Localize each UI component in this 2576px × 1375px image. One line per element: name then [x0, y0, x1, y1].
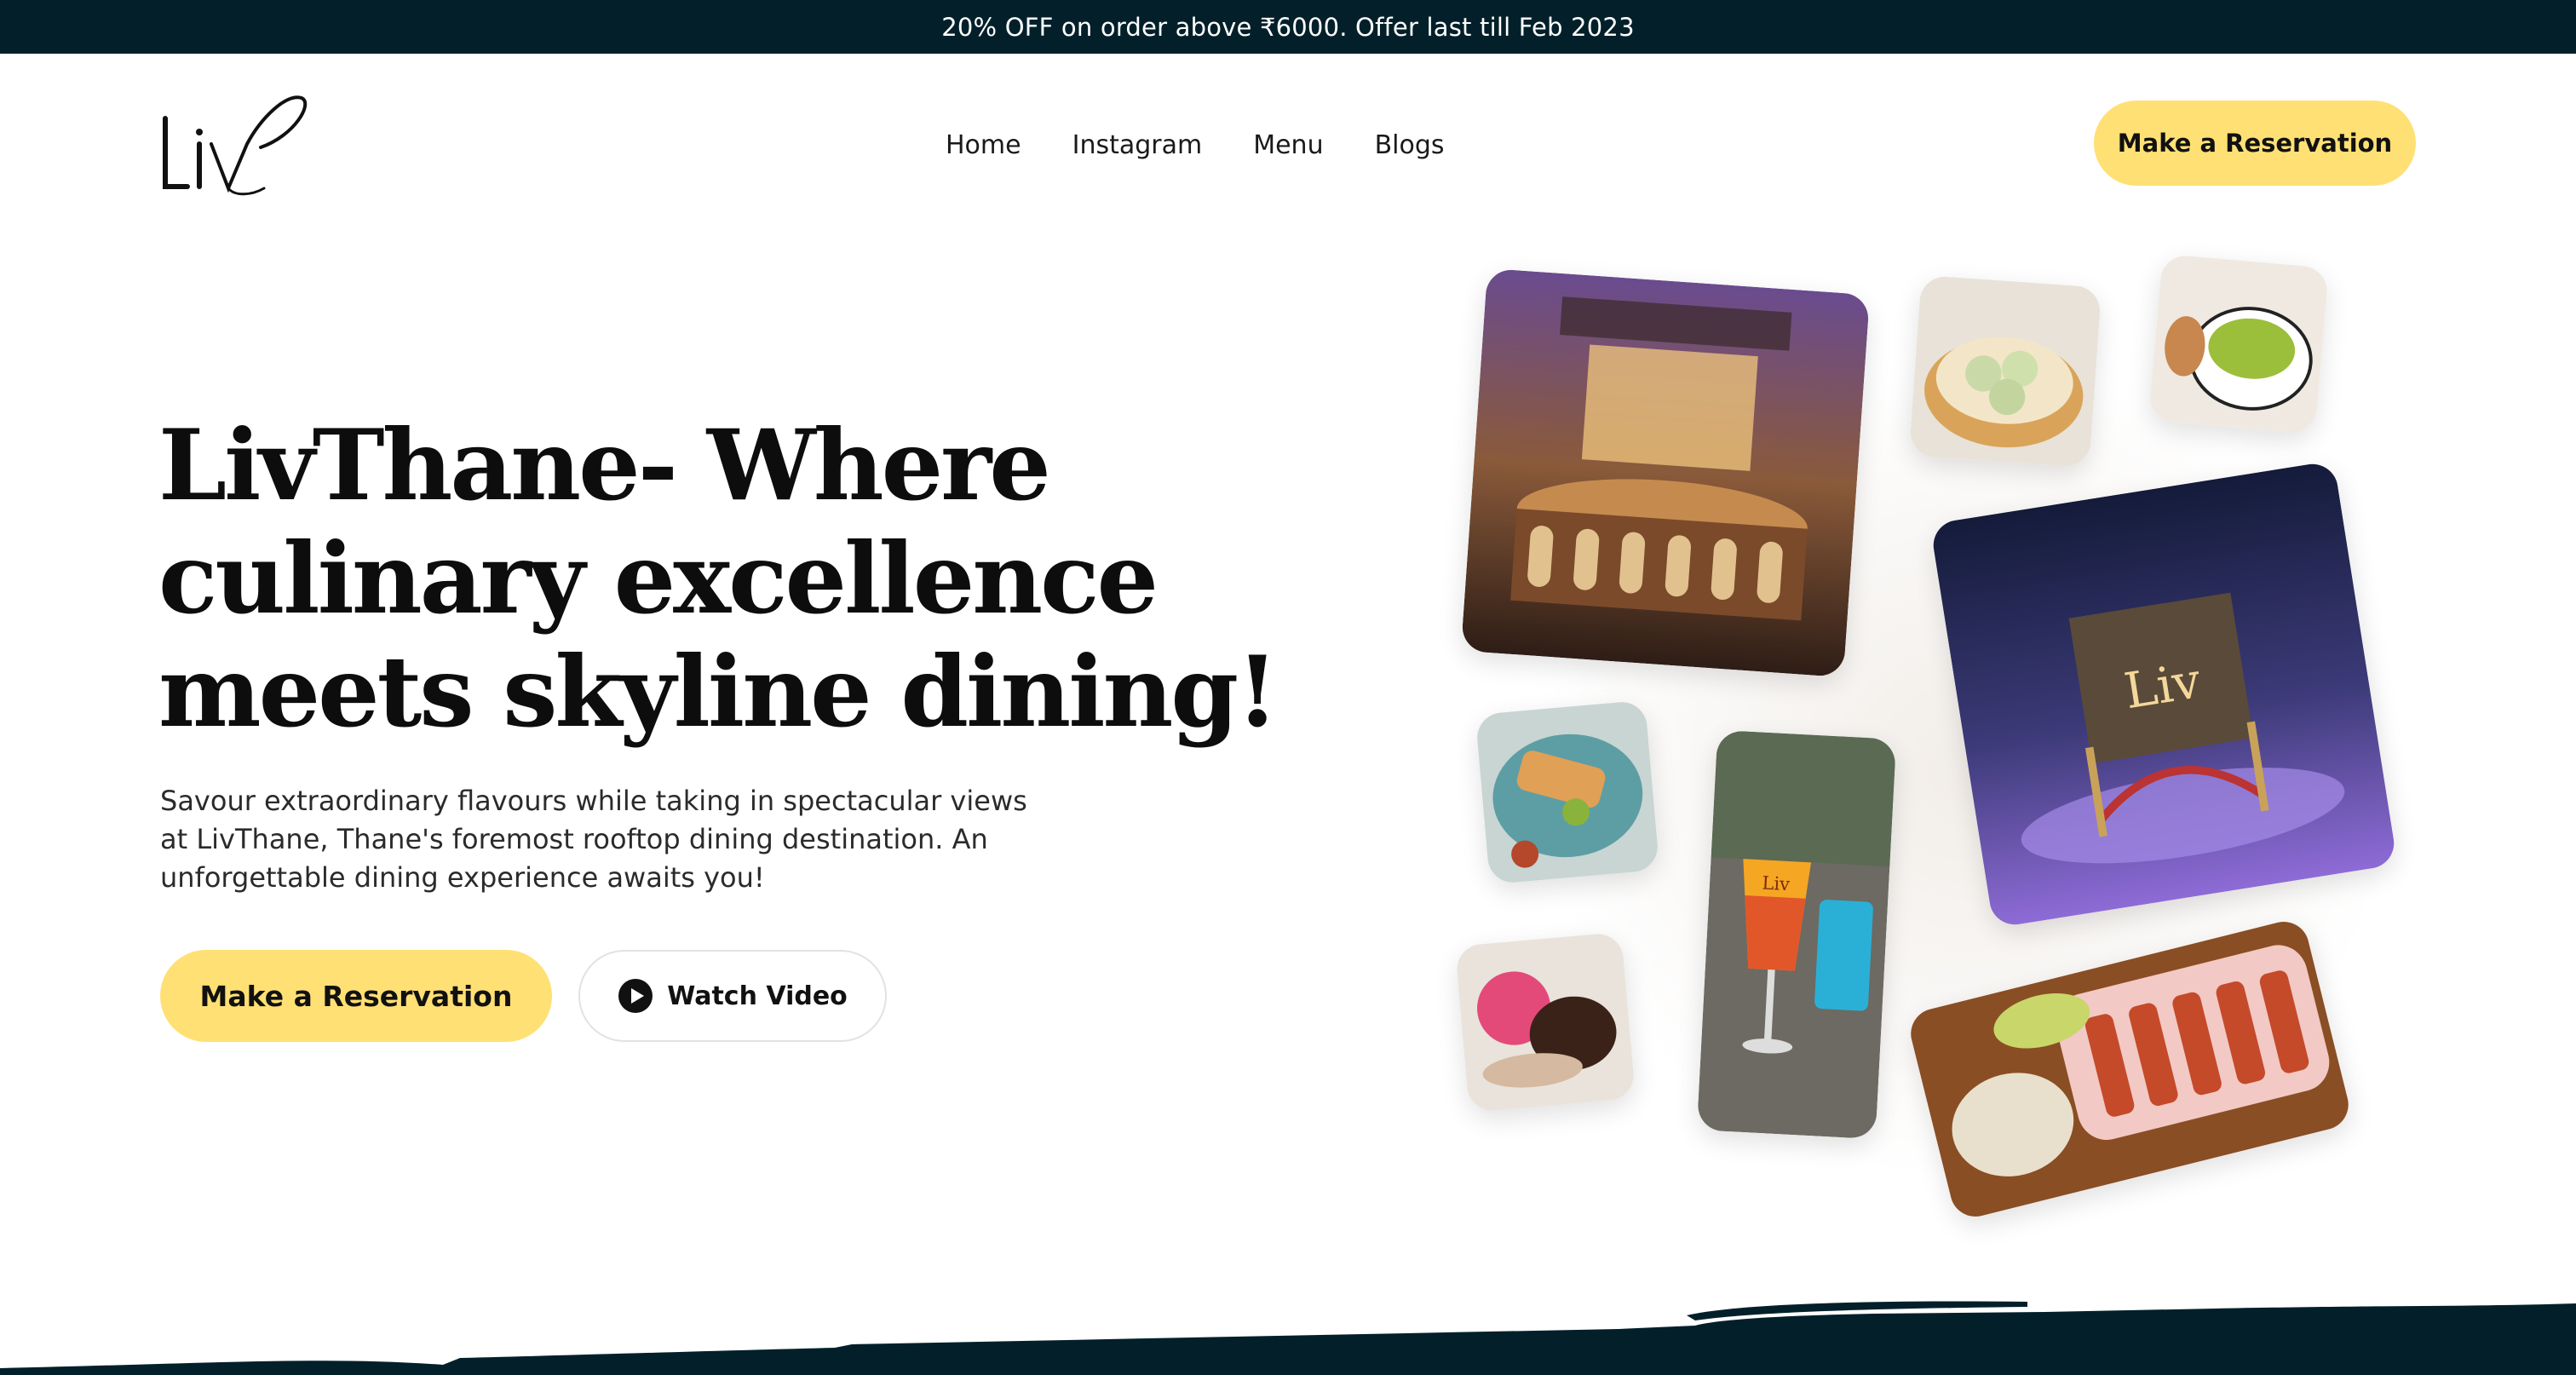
main-nav: Home Instagram Menu Blogs: [946, 125, 1496, 166]
svg-text:Liv: Liv: [1762, 872, 1791, 895]
photo-bar-interior: [1460, 268, 1871, 678]
svg-text:Liv: Liv: [2120, 652, 2205, 720]
hero-subtitle-line: Savour extraordinary flavours while taki…: [160, 785, 1027, 817]
photo-dessert: [1454, 931, 1636, 1113]
logo-mark-icon: [163, 95, 308, 196]
hero-subtitle: Savour extraordinary flavours while taki…: [160, 782, 1063, 897]
photo-rooftop-entrance: Liv: [1929, 460, 2398, 929]
hero-title: LivThane- Where culinary excellence meet…: [158, 408, 1279, 749]
torn-edge-band: [0, 1301, 2576, 1375]
promo-text: 20% OFF on order above ₹6000. Offer last…: [941, 12, 1635, 42]
nav-item-instagram[interactable]: Instagram: [1072, 125, 1203, 166]
brand-logo[interactable]: [158, 84, 308, 200]
site-header: Home Instagram Menu Blogs Make a Reserva…: [0, 54, 2576, 233]
watch-video-label: Watch Video: [667, 981, 848, 1011]
hero-title-line: meets skyline dining!: [158, 635, 1279, 749]
play-circle-icon: [618, 979, 653, 1013]
hero-subtitle-line: unforgettable dining experience awaits y…: [160, 861, 765, 894]
photo-soup-bowl: [2148, 253, 2330, 435]
hero-subtitle-line: at LivThane, Thane's foremost rooftop di…: [160, 823, 988, 855]
nav-item-home[interactable]: Home: [946, 125, 1021, 166]
watch-video-button[interactable]: Watch Video: [578, 950, 887, 1042]
photo-plated-dish: [1475, 699, 1660, 885]
promo-bar: 20% OFF on order above ₹6000. Offer last…: [0, 0, 2576, 54]
nav-item-blogs[interactable]: Blogs: [1375, 125, 1445, 166]
hero-title-line: LivThane- Where: [158, 408, 1051, 522]
header-reservation-button[interactable]: Make a Reservation: [2094, 101, 2416, 186]
hero-reservation-button[interactable]: Make a Reservation: [160, 950, 552, 1042]
hero-title-line: culinary excellence: [158, 521, 1159, 636]
nav-item-menu[interactable]: Menu: [1253, 125, 1323, 166]
photo-cocktails: Liv: [1696, 729, 1897, 1140]
photo-dim-sum: [1908, 274, 2102, 469]
